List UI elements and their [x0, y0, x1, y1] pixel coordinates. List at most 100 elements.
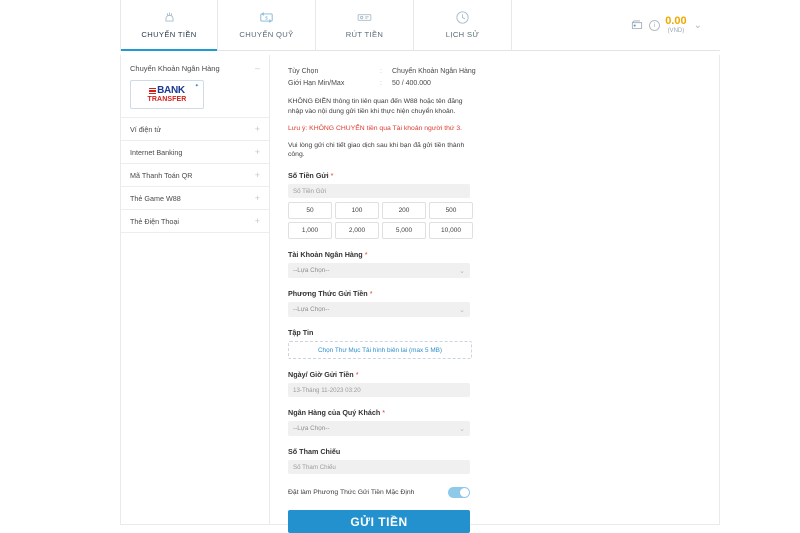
sidebar-item-label: Thẻ Game W88: [130, 193, 181, 203]
clock-history-icon: [454, 6, 471, 28]
plus-icon[interactable]: +: [255, 124, 260, 134]
amount-quick-select: 50 100 200 500 1,000 2,000 5,000 10,000: [288, 202, 701, 240]
plus-icon[interactable]: +: [255, 147, 260, 157]
info-row-limit: Giới Hạn Min/Max : 50 / 400.000: [288, 80, 701, 87]
amount-preset-button[interactable]: 500: [429, 202, 473, 220]
required-marker: *: [364, 250, 368, 260]
sidebar-item-the-dien-thoai[interactable]: Thẻ Điện Thoại +: [121, 209, 269, 232]
customer-bank-label: Ngân Hàng của Quý Khách *: [288, 408, 701, 417]
required-marker: *: [330, 171, 334, 181]
tab-label: CHUYỂN TIỀN: [141, 30, 197, 39]
sidebar-item-label: Mã Thanh Toán QR: [130, 170, 193, 180]
sidebar-item-internet-banking[interactable]: Internet Banking +: [121, 140, 269, 163]
deposit-method-label: Phương Thức Gửi Tiền *: [288, 289, 701, 298]
top-tab-bar: CHUYỂN TIỀN $ CHUYỂN QUỸ RÚT TIỀN LỊCH S…: [120, 0, 720, 51]
amount-input[interactable]: Số Tiền Gửi: [288, 184, 470, 199]
amount-preset-button[interactable]: 50: [288, 202, 332, 220]
sidebar-item-bank-transfer[interactable]: Chuyển Khoản Ngân Hàng –: [121, 55, 269, 78]
bank-transfer-logo[interactable]: ✦ BANK TRANSFER: [130, 80, 204, 109]
balance-amount: 0.00: [665, 15, 687, 27]
info-icon[interactable]: i: [649, 19, 661, 31]
balance-value-group: 0.00 (VND): [665, 15, 687, 35]
bank-account-select[interactable]: --Lựa Chọn-- ⌄: [288, 263, 470, 279]
hand-coin-icon: [161, 6, 178, 28]
deposit-form-panel: Tùy Chọn : Chuyển Khoản Ngân Hàng Giới H…: [270, 55, 720, 533]
customer-bank-value: --Lựa Chọn--: [293, 425, 330, 433]
tab-list: CHUYỂN TIỀN $ CHUYỂN QUỸ RÚT TIỀN LỊCH S…: [120, 0, 512, 51]
chevron-down-icon: ⌄: [459, 425, 465, 433]
bank-account-label-text: Tài Khoản Ngân Hàng: [288, 250, 363, 260]
default-method-label: Đặt làm Phương Thức Gửi Tiền Mặc Định: [288, 489, 415, 497]
toggle-knob: [460, 488, 469, 498]
sidebar-item-label: Ví điện tử: [130, 124, 162, 134]
deposit-method-select[interactable]: --Lựa Chọn-- ⌄: [288, 302, 470, 318]
deposit-method-value: --Lựa Chọn--: [293, 306, 330, 314]
customer-bank-select[interactable]: --Lựa Chọn-- ⌄: [288, 421, 470, 437]
reference-label-text: Số Tham Chiếu: [288, 447, 341, 457]
required-marker: *: [369, 289, 373, 299]
amount-preset-button[interactable]: 10,000: [429, 222, 473, 240]
file-upload-button[interactable]: Chọn Thư Mục Tải hình biên lai (max 5 MB…: [288, 341, 472, 360]
balance-currency: (VND): [667, 28, 685, 34]
minus-icon[interactable]: –: [255, 63, 260, 73]
datetime-label: Ngày/ Giờ Gửi Tiền *: [288, 370, 701, 379]
amount-preset-button[interactable]: 200: [382, 202, 426, 220]
tab-chuyen-quy[interactable]: $ CHUYỂN QUỸ: [218, 0, 316, 50]
tab-lich-su[interactable]: LỊCH SỬ: [414, 0, 512, 50]
bank-account-value: --Lựa Chọn--: [293, 267, 330, 275]
sidebar-item-label: Internet Banking: [130, 147, 183, 157]
wallet-icon: [630, 18, 644, 32]
amount-label-text: Số Tiền Gửi: [288, 171, 329, 181]
required-marker: *: [355, 370, 359, 380]
payment-method-sidebar: Chuyển Khoản Ngân Hàng – ✦ BANK TRANSFER…: [120, 55, 270, 525]
info-row-option: Tùy Chọn : Chuyển Khoản Ngân Hàng: [288, 68, 701, 75]
plus-icon[interactable]: +: [255, 193, 260, 203]
deposit-method-label-text: Phương Thức Gửi Tiền: [288, 289, 368, 299]
transfer-funds-icon: $: [258, 6, 275, 28]
tab-rut-tien[interactable]: RÚT TIỀN: [316, 0, 414, 50]
info-key: Tùy Chọn: [288, 68, 319, 75]
deposit-page: CHUYỂN TIỀN $ CHUYỂN QUỸ RÚT TIỀN LỊCH S…: [0, 0, 800, 533]
info-value: 50 / 400.000: [392, 80, 431, 87]
default-method-row: Đặt làm Phương Thức Gửi Tiền Mặc Định: [288, 487, 470, 499]
amount-preset-button[interactable]: 2,000: [335, 222, 379, 240]
withdraw-cash-icon: [356, 6, 373, 28]
bank-account-label: Tài Khoản Ngân Hàng *: [288, 250, 701, 259]
required-marker: *: [382, 408, 386, 418]
chevron-down-icon: ⌄: [459, 306, 465, 314]
reference-label: Số Tham Chiếu: [288, 447, 701, 456]
datetime-input[interactable]: 13-Tháng 11-2023 03:20: [288, 383, 470, 398]
chevron-down-icon[interactable]: ⌄: [694, 20, 702, 31]
file-label: Tập Tin: [288, 328, 701, 337]
sidebar-item-ma-thanh-toan-qr[interactable]: Mã Thanh Toán QR +: [121, 163, 269, 186]
info-key: Giới Hạn Min/Max: [288, 80, 345, 87]
sidebar-divider: [121, 232, 269, 233]
amount-preset-button[interactable]: 100: [335, 202, 379, 220]
default-method-toggle[interactable]: [448, 487, 470, 499]
reference-input[interactable]: Số Tham Chiếu: [288, 460, 470, 475]
info-separator: :: [380, 80, 382, 87]
amount-preset-button[interactable]: 5,000: [382, 222, 426, 240]
customer-bank-label-text: Ngân Hàng của Quý Khách: [288, 408, 381, 418]
star-icon: ✦: [194, 83, 199, 89]
note-send-details: Vui lòng gửi chi tiết giao dịch sau khi …: [288, 141, 465, 159]
tab-chuyen-tien[interactable]: CHUYỂN TIỀN: [120, 0, 218, 51]
svg-text:$: $: [265, 15, 268, 21]
logo-bank-text: BANK: [157, 85, 185, 96]
bars-icon: [149, 87, 157, 95]
logo-transfer-text: TRANSFER: [147, 96, 187, 103]
tab-label: LỊCH SỬ: [445, 30, 480, 39]
sidebar-item-the-game-w88[interactable]: Thẻ Game W88 +: [121, 186, 269, 209]
file-label-text: Tập Tin: [288, 328, 314, 338]
plus-icon[interactable]: +: [255, 170, 260, 180]
plus-icon[interactable]: +: [255, 216, 260, 226]
balance-widget[interactable]: i 0.00 (VND) ⌄: [630, 0, 720, 50]
sidebar-item-vi-dien-tu[interactable]: Ví điện tử +: [121, 117, 269, 140]
sidebar-item-label: Thẻ Điện Thoại: [130, 216, 180, 226]
amount-preset-button[interactable]: 1,000: [288, 222, 332, 240]
submit-button[interactable]: GỬI TIỀN: [288, 510, 470, 533]
note-no-w88-info: KHÔNG ĐIỀN thông tin liên quan đến W88 h…: [288, 98, 463, 115]
logo-inner: BANK TRANSFER: [147, 85, 187, 104]
note-warning-third-party: Lưu ý: KHÔNG CHUYỂN tiền qua Tài khoản n…: [288, 124, 463, 132]
info-separator: :: [380, 68, 382, 75]
